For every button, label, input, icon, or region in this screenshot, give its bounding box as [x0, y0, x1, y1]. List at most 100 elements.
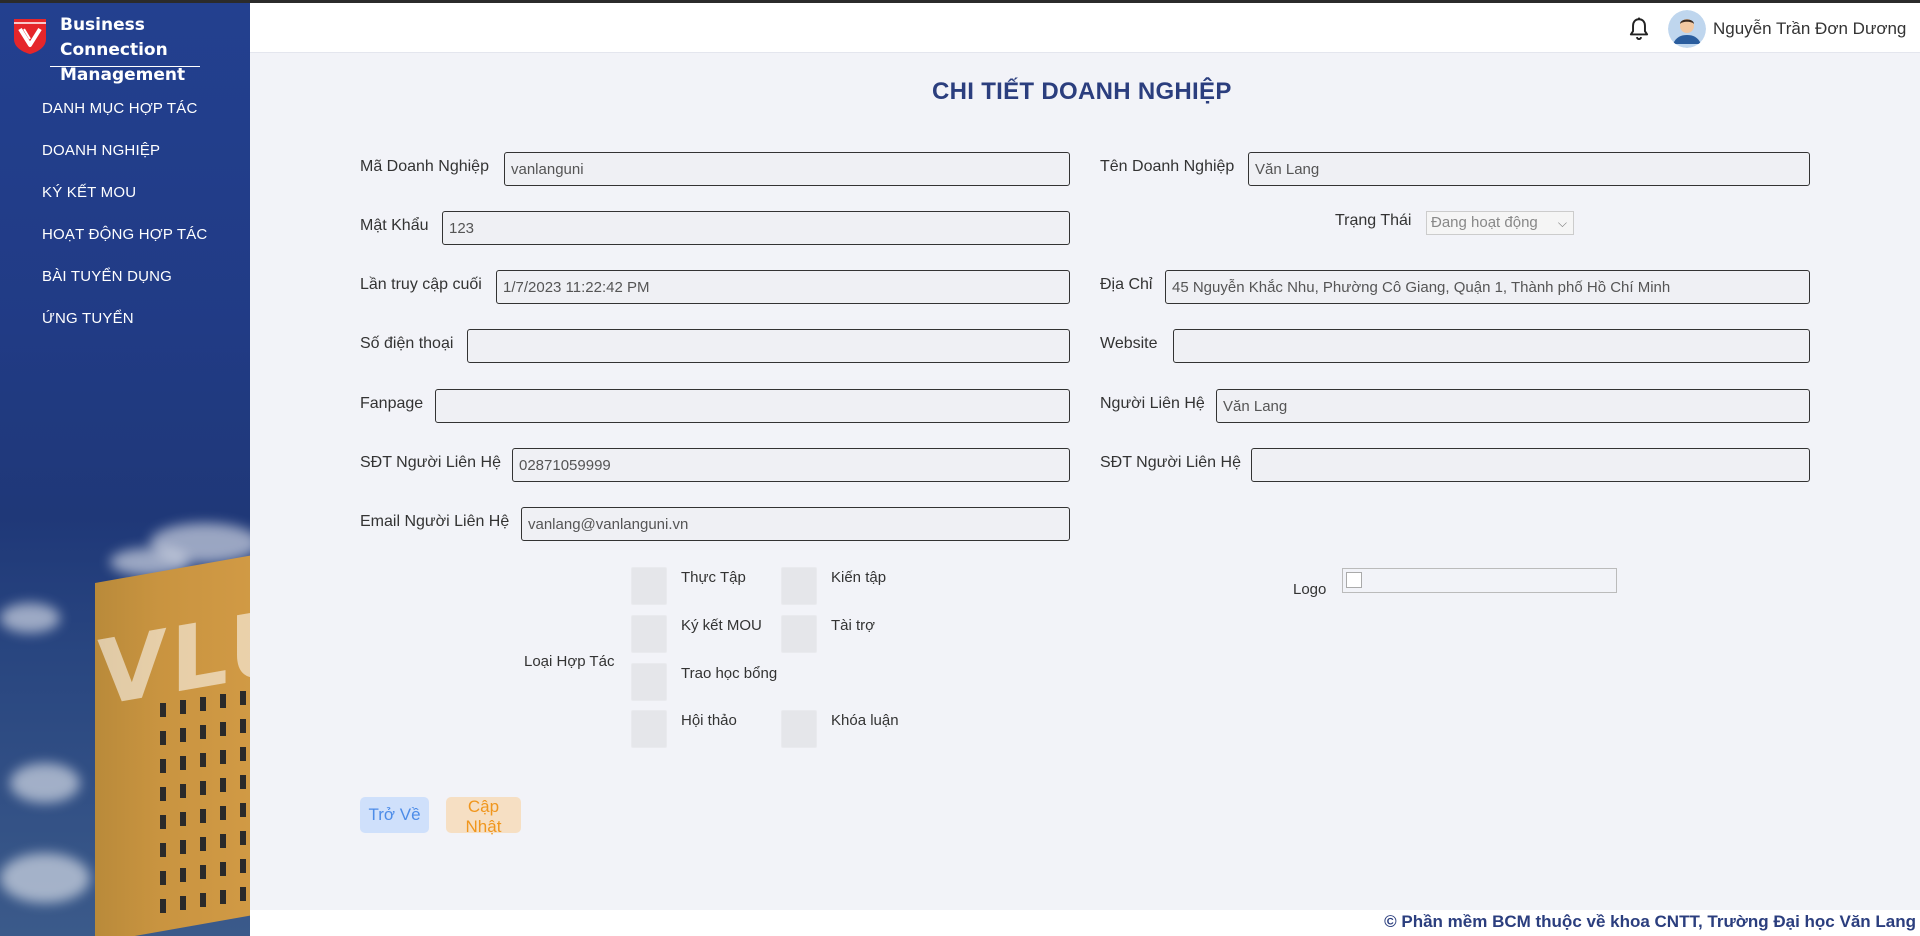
checkbox-kien-tap[interactable]	[781, 567, 817, 605]
building-window	[200, 893, 206, 907]
website-input[interactable]	[1173, 329, 1810, 363]
building-window	[180, 896, 186, 910]
building-window	[240, 887, 246, 901]
building-window	[240, 831, 246, 845]
building-window	[180, 868, 186, 882]
user-name[interactable]: Nguyễn Trần Đơn Dương	[1713, 19, 1906, 39]
building-window	[200, 697, 206, 711]
sidebar-item-ung-tuyen[interactable]: ỨNG TUYỂN	[42, 303, 207, 345]
building-window	[220, 834, 226, 848]
so-dien-thoai-label: Số điện thoại	[360, 335, 454, 352]
dia-chi-label: Địa Chỉ	[1100, 276, 1153, 293]
building-window	[200, 781, 206, 795]
checkbox-label-thuc-tap: Thực Tập	[681, 569, 746, 586]
logo-image	[1342, 568, 1617, 593]
checkbox-label-ky-ket-mou: Ký kết MOU	[681, 617, 762, 634]
building-window	[180, 784, 186, 798]
back-button[interactable]: Trở Về	[360, 797, 429, 833]
checkbox-label-khoa-luan: Khóa luận	[831, 712, 899, 729]
checkbox-ky-ket-mou[interactable]	[631, 615, 667, 653]
building-window	[160, 759, 166, 773]
building-window	[220, 890, 226, 904]
building-window	[160, 899, 166, 913]
broken-image-icon	[1346, 572, 1362, 588]
building-window	[200, 837, 206, 851]
sidebar-item-doanh-nghiep[interactable]: DOANH NGHIỆP	[42, 135, 207, 177]
building-window	[160, 843, 166, 857]
building-window	[200, 753, 206, 767]
sidebar-item-bai-tuyen-dung[interactable]: BÀI TUYỂN DỤNG	[42, 261, 207, 303]
vlu-logo-icon	[14, 19, 46, 54]
bell-icon[interactable]	[1626, 16, 1652, 42]
mat-khau-input[interactable]	[442, 211, 1070, 245]
sidebar: VLU Business Connection Management DANH …	[0, 3, 250, 936]
building-window	[180, 812, 186, 826]
checkbox-hoi-thao[interactable]	[631, 710, 667, 748]
building-window	[200, 725, 206, 739]
building-window	[160, 731, 166, 745]
brand-title: Business Connection Management	[60, 15, 186, 85]
building-window	[240, 747, 246, 761]
building-window	[180, 728, 186, 742]
dia-chi-input[interactable]	[1165, 270, 1810, 304]
sdt-nguoi-lien-he-input[interactable]	[512, 448, 1070, 482]
ten-doanh-nghiep-input[interactable]	[1248, 152, 1810, 186]
footer-copyright: © Phần mềm BCM thuộc về khoa CNTT, Trườn…	[1384, 912, 1916, 931]
ten-doanh-nghiep-label: Tên Doanh Nghiệp	[1100, 158, 1235, 175]
footer: © Phần mềm BCM thuộc về khoa CNTT, Trườn…	[250, 910, 1920, 936]
sidebar-item-ky-ket-mou[interactable]: KÝ KẾT MOU	[42, 177, 207, 219]
email-nguoi-lien-he-label: Email Người Liên Hệ	[360, 513, 510, 530]
sdt-nguoi-lien-he-2-label: SĐT Người Liên Hệ	[1100, 454, 1241, 471]
sidebar-item-hoat-dong-hop-tac[interactable]: HOẠT ĐỘNG HỢP TÁC	[42, 219, 207, 261]
website-label: Website	[1100, 335, 1158, 352]
checkbox-label-tai-tro: Tài trợ	[831, 617, 876, 634]
brand-divider	[50, 66, 200, 67]
checkbox-label-trao-hoc-bong: Trao học bổng	[681, 665, 778, 682]
building-window	[240, 859, 246, 873]
cloud-decoration	[0, 853, 90, 903]
cloud-decoration	[0, 603, 60, 633]
email-nguoi-lien-he-input[interactable]	[521, 507, 1070, 541]
mat-khau-label: Mật Khẩu	[360, 217, 429, 234]
checkbox-trao-hoc-bong[interactable]	[631, 663, 667, 701]
brand[interactable]: Business Connection Management	[10, 13, 240, 88]
trang-thai-select[interactable]: Đang hoạt động ⌵	[1426, 211, 1574, 235]
trang-thai-value: Đang hoạt động	[1431, 214, 1538, 231]
page-title: CHI TIẾT DOANH NGHIỆP	[932, 78, 1232, 105]
building-window	[200, 865, 206, 879]
ma-doanh-nghiep-label: Mã Doanh Nghiệp	[360, 158, 489, 175]
building-window	[180, 840, 186, 854]
building-window	[220, 722, 226, 736]
ma-doanh-nghiep-input[interactable]	[504, 152, 1070, 186]
chevron-down-icon: ⌵	[1557, 216, 1567, 230]
so-dien-thoai-input[interactable]	[467, 329, 1070, 363]
building-window	[180, 756, 186, 770]
nguoi-lien-he-input[interactable]	[1216, 389, 1810, 423]
fanpage-label: Fanpage	[360, 395, 424, 412]
fanpage-input[interactable]	[435, 389, 1070, 423]
building-window	[220, 806, 226, 820]
checkbox-label-kien-tap: Kiến tập	[831, 569, 887, 586]
top-header: Nguyễn Trần Đơn Dương	[250, 3, 1920, 53]
update-button[interactable]: Cập Nhật	[446, 797, 521, 836]
building-image: VLU	[95, 554, 250, 936]
checkbox-thuc-tap[interactable]	[631, 567, 667, 605]
checkbox-tai-tro[interactable]	[781, 615, 817, 653]
building-window	[200, 809, 206, 823]
sidebar-item-danh-muc-hop-tac[interactable]: DANH MỤC HỢP TÁC	[42, 93, 207, 135]
checkbox-label-hoi-thao: Hội thảo	[681, 712, 737, 729]
building-window	[240, 775, 246, 789]
building-window	[220, 750, 226, 764]
building-window	[160, 871, 166, 885]
lan-truy-cap-input[interactable]	[496, 270, 1070, 304]
lan-truy-cap-label: Lần truy cập cuối	[360, 276, 482, 293]
nguoi-lien-he-label: Người Liên Hệ	[1100, 395, 1205, 412]
loai-hop-tac-label: Loại Hợp Tác	[524, 653, 615, 670]
building-window	[220, 778, 226, 792]
sdt-nguoi-lien-he-2-input[interactable]	[1251, 448, 1810, 482]
cloud-decoration	[10, 763, 80, 803]
building-window	[180, 700, 186, 714]
user-avatar[interactable]	[1668, 10, 1706, 48]
building-window	[220, 694, 226, 708]
checkbox-khoa-luan[interactable]	[781, 710, 817, 748]
